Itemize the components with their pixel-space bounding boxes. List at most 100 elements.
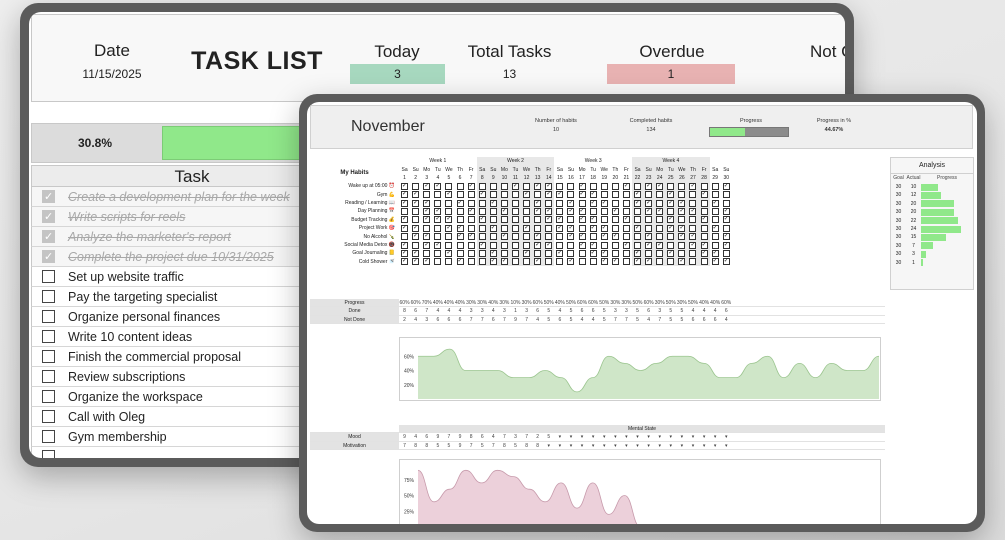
habit-checkbox[interactable] (523, 182, 531, 190)
task-checkbox[interactable] (42, 270, 55, 283)
habit-checkbox[interactable] (545, 249, 553, 257)
habit-checkbox[interactable] (600, 199, 608, 207)
habit-checkbox[interactable] (711, 199, 719, 207)
habit-checkbox[interactable] (700, 224, 708, 232)
mental-cell[interactable]: 7 (466, 442, 477, 449)
habit-checkbox[interactable] (401, 199, 409, 207)
habit-checkbox[interactable] (589, 208, 597, 216)
habit-checkbox[interactable] (589, 233, 597, 241)
habit-checkbox[interactable] (401, 249, 409, 257)
habit-checkbox[interactable] (667, 233, 675, 241)
habit-checkbox[interactable] (534, 241, 542, 249)
habit-checkbox[interactable] (500, 224, 508, 232)
habit-checkbox[interactable] (467, 232, 475, 241)
mental-cell[interactable]: ▾ (710, 442, 721, 449)
habit-checkbox[interactable] (689, 207, 697, 216)
habit-checkbox[interactable] (511, 249, 519, 257)
mental-cell[interactable]: 5 (432, 442, 443, 449)
habit-checkbox[interactable] (412, 224, 420, 232)
mental-cell[interactable]: 4 (488, 433, 499, 440)
habit-checkbox[interactable] (667, 224, 675, 232)
habit-checkbox[interactable] (722, 224, 730, 232)
habit-checkbox[interactable] (556, 182, 564, 190)
habit-checkbox[interactable] (678, 199, 686, 207)
habit-checkbox[interactable] (656, 233, 664, 241)
habit-checkbox[interactable] (611, 224, 619, 232)
habit-checkbox[interactable] (711, 216, 719, 224)
habit-checkbox[interactable] (645, 249, 653, 257)
habit-checkbox[interactable] (534, 216, 542, 224)
habit-checkbox[interactable] (545, 215, 553, 224)
habit-checkbox[interactable] (556, 233, 564, 241)
habit-checkbox[interactable] (656, 224, 664, 232)
habit-checkbox[interactable] (456, 257, 464, 266)
habit-checkbox[interactable] (434, 241, 442, 249)
habit-checkbox[interactable] (678, 241, 686, 249)
habit-checkbox[interactable] (489, 249, 497, 257)
habit-checkbox[interactable] (556, 215, 564, 224)
habit-checkbox[interactable] (445, 258, 453, 266)
habit-checkbox[interactable] (667, 215, 675, 224)
habit-checkbox[interactable] (622, 258, 630, 266)
habit-checkbox[interactable] (689, 191, 697, 199)
habit-checkbox[interactable] (645, 257, 653, 266)
habit-checkbox[interactable] (434, 199, 442, 207)
habit-checkbox[interactable] (500, 182, 508, 190)
habit-checkbox[interactable] (611, 191, 619, 199)
habit-checkbox[interactable] (678, 191, 686, 199)
mental-cell[interactable]: 3 (510, 433, 521, 440)
habit-checkbox[interactable] (622, 191, 630, 199)
habit-checkbox[interactable] (700, 249, 708, 257)
habit-checkbox[interactable] (511, 241, 519, 249)
habit-checkbox[interactable] (412, 190, 420, 199)
habit-checkbox[interactable] (567, 191, 575, 199)
habit-checkbox[interactable] (711, 224, 719, 232)
habit-checkbox[interactable] (401, 257, 409, 266)
habit-checkbox[interactable] (478, 258, 486, 266)
habit-checkbox[interactable] (600, 208, 608, 216)
habit-checkbox[interactable] (600, 257, 608, 266)
habit-checkbox[interactable] (622, 182, 630, 190)
habit-checkbox[interactable] (634, 190, 642, 199)
habit-checkbox[interactable] (534, 182, 542, 190)
habit-checkbox[interactable] (567, 232, 575, 241)
habit-checkbox[interactable] (489, 182, 497, 190)
habit-checkbox[interactable] (667, 249, 675, 257)
mental-cell[interactable]: ▾ (699, 442, 710, 449)
habit-checkbox[interactable] (578, 182, 586, 190)
habit-checkbox[interactable] (578, 258, 586, 266)
habit-checkbox[interactable] (711, 241, 719, 249)
habit-checkbox[interactable] (556, 258, 564, 266)
habit-checkbox[interactable] (434, 233, 442, 241)
mental-cell[interactable]: 2 (532, 433, 543, 440)
habit-checkbox[interactable] (722, 232, 730, 241)
habit-checkbox[interactable] (700, 190, 708, 199)
mental-cell[interactable]: ▾ (654, 442, 665, 449)
habit-checkbox[interactable] (567, 241, 575, 249)
mental-cell[interactable]: ▾ (632, 442, 643, 449)
habit-checkbox[interactable] (434, 249, 442, 257)
habit-checkbox[interactable] (478, 199, 486, 207)
task-checkbox[interactable] (42, 310, 55, 323)
habit-checkbox[interactable] (467, 224, 475, 232)
habit-checkbox[interactable] (689, 182, 697, 190)
habit-checkbox[interactable] (578, 224, 586, 232)
habit-checkbox[interactable] (634, 257, 642, 266)
habit-checkbox[interactable] (467, 207, 475, 216)
mental-cell[interactable]: ▾ (554, 433, 565, 440)
mental-cell[interactable]: ▾ (577, 433, 588, 440)
habit-checkbox[interactable] (667, 258, 675, 266)
mental-cell[interactable]: ▾ (554, 442, 565, 449)
habit-checkbox[interactable] (722, 182, 730, 190)
mental-cell[interactable]: ▾ (676, 433, 687, 440)
habit-checkbox[interactable] (622, 208, 630, 216)
mental-cell[interactable]: 7 (488, 442, 499, 449)
mental-cell[interactable]: ▾ (610, 442, 621, 449)
habit-checkbox[interactable] (689, 249, 697, 257)
habit-checkbox[interactable] (456, 224, 464, 232)
habit-checkbox[interactable] (545, 199, 553, 207)
habit-checkbox[interactable] (423, 232, 431, 241)
habit-checkbox[interactable] (578, 190, 586, 199)
habit-checkbox[interactable] (634, 224, 642, 232)
habit-checkbox[interactable] (667, 241, 675, 249)
